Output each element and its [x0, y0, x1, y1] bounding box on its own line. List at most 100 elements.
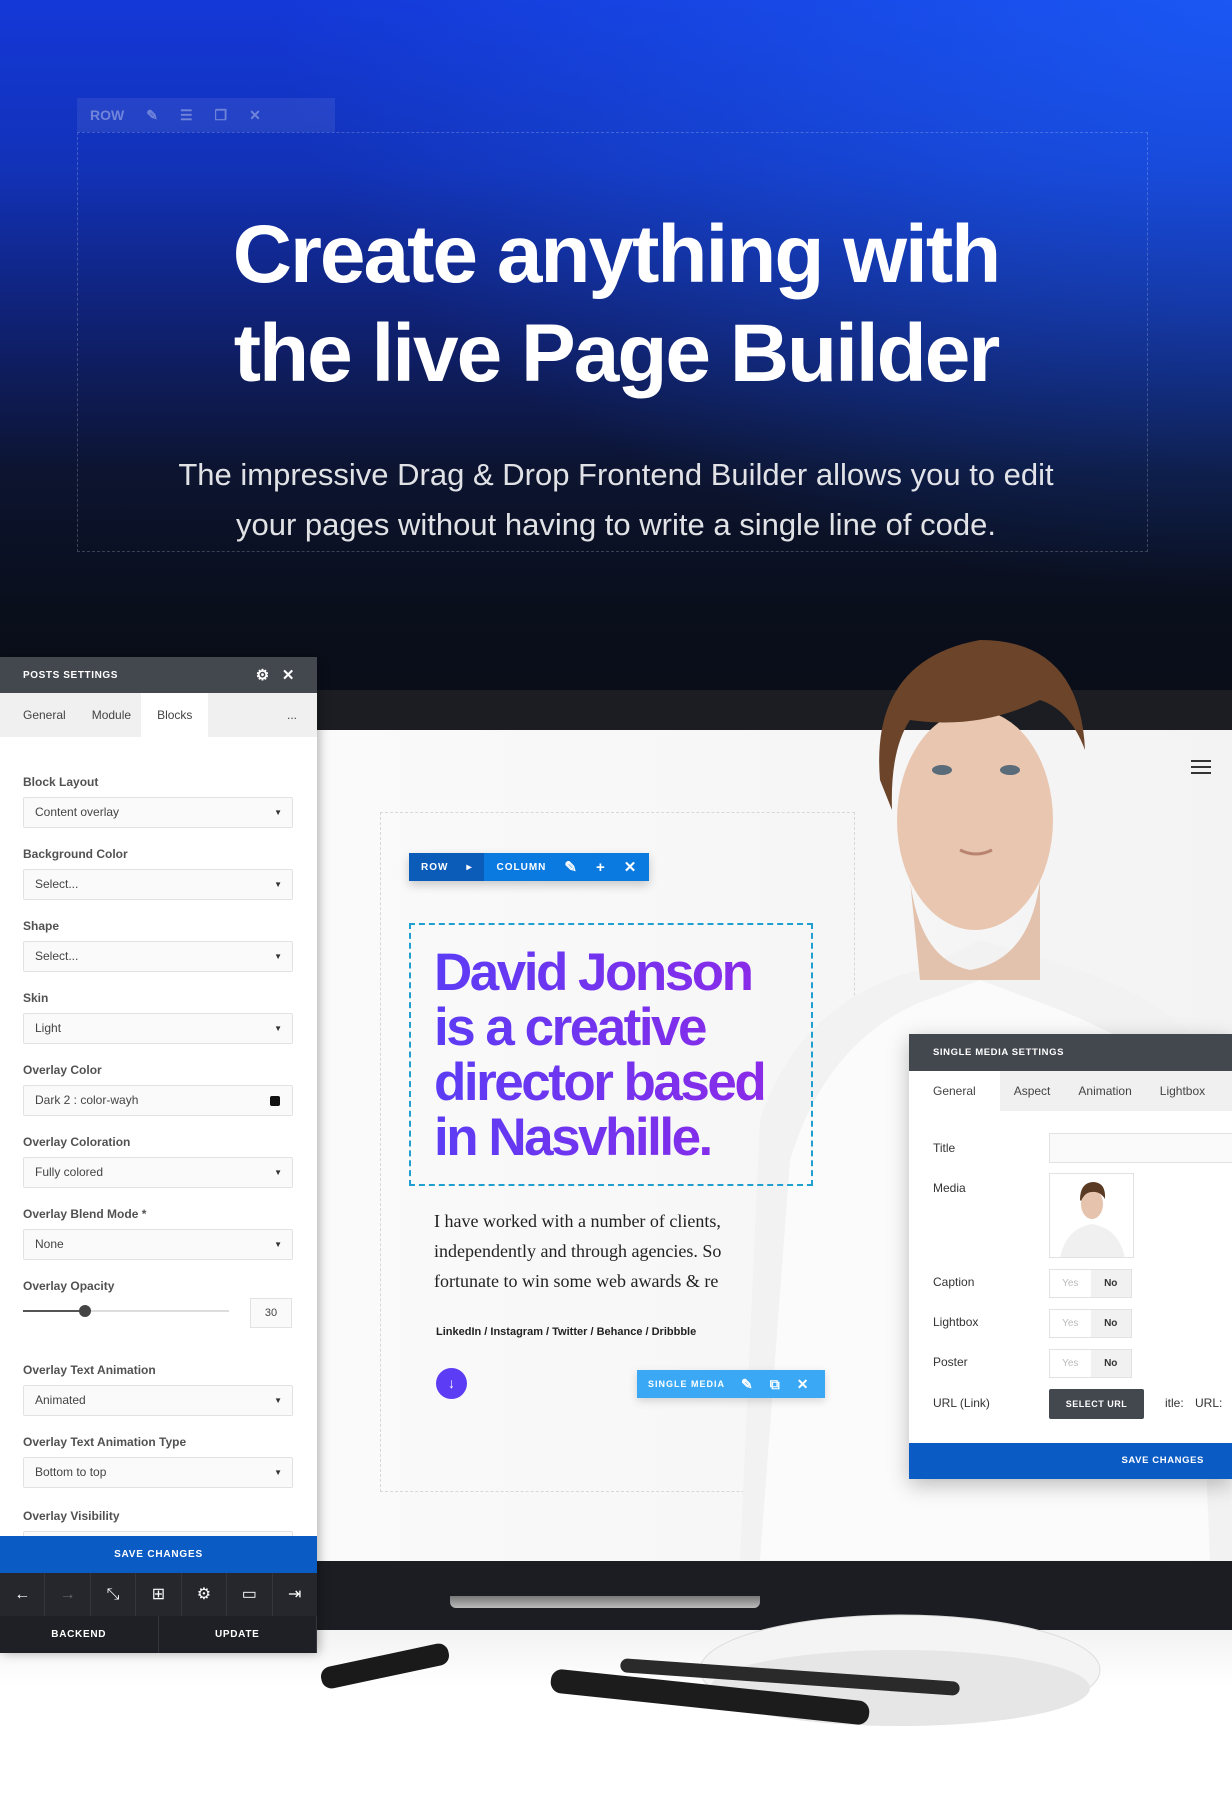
link-linkedin[interactable]: LinkedIn	[436, 1326, 481, 1338]
color-picker[interactable]: Dark 2 : color-wayh	[23, 1085, 293, 1116]
tab-module[interactable]: Module	[82, 693, 147, 737]
field-overlay-visibility: Overlay VisibilityHidden▼	[23, 1509, 293, 1536]
field-label: Shape	[23, 919, 60, 933]
chevron-down-icon: ▼	[274, 1468, 282, 1477]
no-option[interactable]: No	[1090, 1270, 1131, 1297]
gear-icon[interactable]: ⚙	[182, 1573, 228, 1616]
single-media-label[interactable]: SINGLE MEDIA	[648, 1379, 725, 1389]
close-icon[interactable]: ✕	[797, 1376, 810, 1393]
social-links: LinkedIn / Instagram / Twitter / Behance…	[436, 1326, 697, 1338]
color-swatch[interactable]	[270, 1096, 280, 1106]
field-block-layout: Block Layout Content overlay ▼	[23, 775, 293, 828]
hamburger-menu-icon[interactable]	[1191, 760, 1211, 778]
plus-icon[interactable]: +	[596, 859, 606, 876]
field-shape: Shape Select... ▼	[23, 919, 293, 972]
heading-line: David Jonson	[434, 943, 752, 1002]
yes-option[interactable]: Yes	[1050, 1310, 1091, 1337]
arrow-left-icon[interactable]: ←	[0, 1573, 46, 1616]
lightbox-toggle[interactable]: Yes No	[1049, 1309, 1132, 1338]
field-overlay-opacity: Overlay Opacity 30	[23, 1279, 293, 1328]
field-label: Background Color	[23, 847, 128, 861]
single-media-toolbar: SINGLE MEDIA ✎ ⧉ ✕	[637, 1370, 825, 1398]
select-dropdown[interactable]: Animated ▼	[23, 1385, 293, 1416]
panel-header: POSTS SETTINGS ⚙ ✕	[0, 657, 317, 693]
save-changes-button[interactable]: SAVE CHANGES	[0, 1536, 317, 1573]
slider-handle[interactable]	[78, 1305, 91, 1317]
link-twitter[interactable]: Twitter	[552, 1326, 587, 1338]
slider-fill	[23, 1310, 85, 1312]
link-dribbble[interactable]: Dribbble	[652, 1326, 697, 1338]
arrow-right-icon[interactable]: →	[45, 1573, 91, 1616]
field-overlay-text-animation: Overlay Text Animation Animated ▼	[23, 1363, 293, 1416]
close-icon: ✕	[249, 106, 261, 123]
field-label: Overlay Text Animation Type	[23, 1435, 187, 1449]
hero-subtitle-line-1: The impressive Drag & Drop Frontend Buil…	[178, 457, 1054, 492]
field-overlay-blend-mode: Overlay Blend Mode * None ▼	[23, 1207, 293, 1260]
select-dropdown[interactable]: Fully colored ▼	[23, 1157, 293, 1188]
link-behance[interactable]: Behance	[597, 1326, 643, 1338]
field-label: Skin	[23, 991, 49, 1005]
column-breadcrumb[interactable]: COLUMN	[496, 862, 546, 873]
row-breadcrumb[interactable]: ROW	[421, 862, 448, 873]
exit-icon[interactable]: ⇥	[273, 1573, 317, 1616]
tab-blocks[interactable]: Blocks	[141, 693, 209, 737]
yes-option[interactable]: Yes	[1050, 1350, 1091, 1377]
no-option[interactable]: No	[1090, 1310, 1131, 1337]
selected-value: Light	[35, 1021, 62, 1035]
field-overlay-color: Overlay Color Dark 2 : color-wayh	[23, 1063, 293, 1116]
tab-animation[interactable]: Animation	[1064, 1071, 1145, 1111]
select-dropdown[interactable]: Light ▼	[23, 1013, 293, 1044]
tab-lightbox[interactable]: Lightbox	[1146, 1071, 1219, 1111]
tab-general[interactable]: General	[0, 693, 82, 737]
tab-general[interactable]: General	[909, 1071, 1000, 1111]
backend-button[interactable]: BACKEND	[0, 1616, 159, 1653]
select-dropdown[interactable]: Content overlay ▼	[23, 797, 293, 828]
chevron-down-icon: ▼	[274, 880, 282, 889]
pencil-icon[interactable]: ✎	[564, 858, 578, 876]
select-dropdown[interactable]: Bottom to top ▼	[23, 1457, 293, 1488]
opacity-slider[interactable]	[23, 1305, 229, 1317]
expand-icon[interactable]: ⤡	[91, 1573, 137, 1616]
caption-label: Caption	[933, 1275, 975, 1289]
arrow-down-icon[interactable]: ↓	[436, 1368, 467, 1399]
tab-aspect[interactable]: Aspect	[1000, 1071, 1065, 1111]
opacity-input[interactable]: 30	[250, 1298, 292, 1328]
panel-title: SINGLE MEDIA SETTINGS	[909, 1034, 1232, 1071]
duplicate-icon[interactable]: ⧉	[770, 1376, 781, 1393]
heading-line: director based	[434, 1053, 765, 1112]
add-section-icon[interactable]: ⊞	[136, 1573, 182, 1616]
field-label: Overlay Text Animation	[23, 1363, 156, 1377]
close-icon[interactable]: ✕	[282, 666, 295, 684]
panel-tabs: General Module Blocks ...	[0, 693, 317, 737]
field-label: Block Layout	[23, 775, 99, 789]
select-dropdown[interactable]: None ▼	[23, 1229, 293, 1260]
media-thumbnail[interactable]	[1049, 1173, 1134, 1258]
select-url-button[interactable]: SELECT URL	[1049, 1389, 1144, 1419]
field-overlay-text-animation-type: Overlay Text Animation Type Bottom to top…	[23, 1435, 293, 1488]
field-label: Overlay Coloration	[23, 1135, 131, 1149]
profile-heading[interactable]: David Jonson is a creative director base…	[434, 945, 764, 1165]
no-option[interactable]: No	[1090, 1350, 1131, 1377]
link-instagram[interactable]: Instagram	[490, 1326, 543, 1338]
update-button[interactable]: UPDATE	[159, 1616, 317, 1653]
desktop-icon[interactable]: ▭	[227, 1573, 273, 1616]
panel-tabs: General Aspect Animation Lightbox	[909, 1071, 1232, 1111]
title-label: Title	[933, 1141, 956, 1155]
close-icon[interactable]: ✕	[624, 858, 638, 876]
gear-icon[interactable]: ⚙	[256, 666, 270, 684]
caption-toggle[interactable]: Yes No	[1049, 1269, 1132, 1298]
field-skin: Skin Light ▼	[23, 991, 293, 1044]
single-media-settings-panel: SINGLE MEDIA SETTINGS General Aspect Ani…	[909, 1034, 1232, 1479]
select-dropdown[interactable]: Select... ▼	[23, 941, 293, 972]
tab-more[interactable]: ...	[264, 693, 317, 737]
lightbox-label: Lightbox	[933, 1315, 979, 1329]
hero-title-line-1: Create anything with	[232, 209, 1001, 300]
chevron-down-icon: ▼	[274, 1396, 282, 1405]
pencil-icon[interactable]: ✎	[741, 1376, 754, 1393]
select-dropdown[interactable]: Select... ▼	[23, 869, 293, 900]
save-changes-button[interactable]: SAVE CHANGES	[909, 1443, 1232, 1479]
yes-option[interactable]: Yes	[1050, 1270, 1091, 1297]
selected-value: Animated	[35, 1393, 86, 1407]
title-input[interactable]	[1049, 1133, 1232, 1163]
poster-toggle[interactable]: Yes No	[1049, 1349, 1132, 1378]
